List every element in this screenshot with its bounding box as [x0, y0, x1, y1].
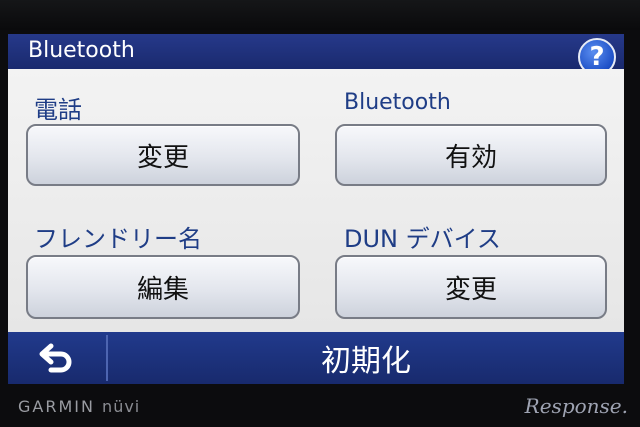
watermark: Response.	[524, 394, 628, 418]
back-button[interactable]	[12, 335, 108, 381]
reset-button[interactable]: 初期化	[112, 335, 620, 381]
help-icon: ?	[589, 42, 605, 72]
model-name: nüvi	[102, 397, 141, 416]
brand-name: GARMIN	[18, 397, 95, 416]
bluetooth-enable-button[interactable]: 有効	[335, 124, 607, 186]
device-bezel	[0, 0, 640, 30]
page-title: Bluetooth	[28, 38, 135, 63]
title-bar: Bluetooth ?	[8, 34, 624, 76]
bluetooth-label: Bluetooth	[344, 90, 451, 115]
back-arrow-icon	[39, 343, 72, 373]
device-screen: Bluetooth ? 電話 変更 Bluetooth 有効 フレンドリー名 編…	[8, 34, 624, 384]
bottom-bar: 初期化	[8, 332, 624, 384]
phone-label: 電話	[34, 96, 82, 124]
dun-device-change-button[interactable]: 変更	[335, 255, 607, 319]
friendly-name-edit-button[interactable]: 編集	[26, 255, 300, 319]
friendly-name-label: フレンドリー名	[34, 225, 202, 253]
device-brand: GARMIN nüvi	[18, 397, 140, 416]
dun-device-label: DUN デバイス	[344, 225, 501, 253]
phone-change-button[interactable]: 変更	[26, 124, 300, 186]
settings-panel: 電話 変更 Bluetooth 有効 フレンドリー名 編集 DUN デバイス 変…	[8, 69, 624, 332]
